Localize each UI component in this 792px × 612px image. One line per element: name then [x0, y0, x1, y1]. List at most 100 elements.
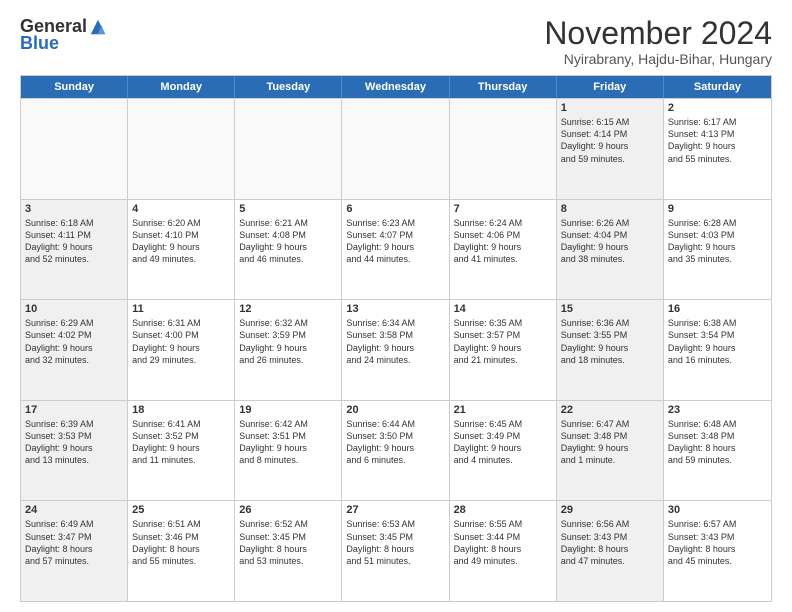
day-info: Sunrise: 6:35 AM Sunset: 3:57 PM Dayligh… — [454, 317, 552, 366]
calendar-cell — [21, 99, 128, 199]
day-number: 25 — [132, 504, 230, 516]
day-info: Sunrise: 6:26 AM Sunset: 4:04 PM Dayligh… — [561, 217, 659, 266]
calendar-cell — [235, 99, 342, 199]
calendar-cell: 15 Sunrise: 6:36 AM Sunset: 3:55 PM Dayli… — [557, 300, 664, 400]
weekday-header: Sunday — [21, 76, 128, 98]
day-number: 17 — [25, 404, 123, 416]
day-number: 23 — [668, 404, 767, 416]
day-number: 21 — [454, 404, 552, 416]
weekday-header: Friday — [557, 76, 664, 98]
weekday-header: Tuesday — [235, 76, 342, 98]
calendar-cell: 19Sunrise: 6:42 AM Sunset: 3:51 PM Dayli… — [235, 401, 342, 501]
day-info: Sunrise: 6:45 AM Sunset: 3:49 PM Dayligh… — [454, 418, 552, 467]
day-info: Sunrise: 6:21 AM Sunset: 4:08 PM Dayligh… — [239, 217, 337, 266]
day-info: Sunrise: 6:28 AM Sunset: 4:03 PM Dayligh… — [668, 217, 767, 266]
day-info: Sunrise: 6:51 AM Sunset: 3:46 PM Dayligh… — [132, 518, 230, 567]
day-number: 1 — [561, 102, 659, 114]
calendar-cell: 30 Sunrise: 6:57 AM Sunset: 3:43 PM Dayli… — [664, 501, 771, 601]
calendar-cell: 5 Sunrise: 6:21 AM Sunset: 4:08 PM Daylig… — [235, 200, 342, 300]
calendar-cell — [128, 99, 235, 199]
day-number: 15 — [561, 303, 659, 315]
day-number: 12 — [239, 303, 337, 315]
day-number: 2 — [668, 102, 767, 114]
day-number: 10 — [25, 303, 123, 315]
day-number: 6 — [346, 203, 444, 215]
day-info: Sunrise: 6:29 AM Sunset: 4:02 PM Dayligh… — [25, 317, 123, 366]
day-info: Sunrise: 6:55 AM Sunset: 3:44 PM Dayligh… — [454, 518, 552, 567]
calendar-cell: 24 Sunrise: 6:49 AM Sunset: 3:47 PM Dayli… — [21, 501, 128, 601]
calendar-cell: 23Sunrise: 6:48 AM Sunset: 3:48 PM Dayli… — [664, 401, 771, 501]
day-number: 30 — [668, 504, 767, 516]
calendar-cell: 11 Sunrise: 6:31 AM Sunset: 4:00 PM Dayli… — [128, 300, 235, 400]
calendar-cell: 14 Sunrise: 6:35 AM Sunset: 3:57 PM Dayli… — [450, 300, 557, 400]
calendar-cell: 12 Sunrise: 6:32 AM Sunset: 3:59 PM Dayli… — [235, 300, 342, 400]
calendar-cell: 3 Sunrise: 6:18 AM Sunset: 4:11 PM Daylig… — [21, 200, 128, 300]
page: General Blue November 2024 Nyirabrany, H… — [0, 0, 792, 612]
day-info: Sunrise: 6:42 AM Sunset: 3:51 PM Dayligh… — [239, 418, 337, 467]
weekday-header: Monday — [128, 76, 235, 98]
day-number: 27 — [346, 504, 444, 516]
calendar-cell: 22 Sunrise: 6:47 AM Sunset: 3:48 PM Dayli… — [557, 401, 664, 501]
calendar-cell: 6 Sunrise: 6:23 AM Sunset: 4:07 PM Daylig… — [342, 200, 449, 300]
calendar-body: 1 Sunrise: 6:15 AM Sunset: 4:14 PM Daylig… — [21, 98, 771, 601]
day-number: 13 — [346, 303, 444, 315]
day-number: 7 — [454, 203, 552, 215]
calendar-cell: 25 Sunrise: 6:51 AM Sunset: 3:46 PM Dayli… — [128, 501, 235, 601]
day-info: Sunrise: 6:38 AM Sunset: 3:54 PM Dayligh… — [668, 317, 767, 366]
day-info: Sunrise: 6:20 AM Sunset: 4:10 PM Dayligh… — [132, 217, 230, 266]
calendar-row: 17 Sunrise: 6:39 AM Sunset: 3:53 PM Dayli… — [21, 400, 771, 501]
day-number: 3 — [25, 203, 123, 215]
day-number: 5 — [239, 203, 337, 215]
day-info: Sunrise: 6:47 AM Sunset: 3:48 PM Dayligh… — [561, 418, 659, 467]
calendar-cell: 4 Sunrise: 6:20 AM Sunset: 4:10 PM Daylig… — [128, 200, 235, 300]
title-section: November 2024 Nyirabrany, Hajdu-Bihar, H… — [544, 16, 772, 67]
day-info: Sunrise: 6:53 AM Sunset: 3:45 PM Dayligh… — [346, 518, 444, 567]
day-info: Sunrise: 6:57 AM Sunset: 3:43 PM Dayligh… — [668, 518, 767, 567]
day-info: Sunrise: 6:24 AM Sunset: 4:06 PM Dayligh… — [454, 217, 552, 266]
calendar-cell: 7 Sunrise: 6:24 AM Sunset: 4:06 PM Daylig… — [450, 200, 557, 300]
day-number: 22 — [561, 404, 659, 416]
day-info: Sunrise: 6:31 AM Sunset: 4:00 PM Dayligh… — [132, 317, 230, 366]
day-info: Sunrise: 6:18 AM Sunset: 4:11 PM Dayligh… — [25, 217, 123, 266]
day-number: 18 — [132, 404, 230, 416]
day-info: Sunrise: 6:32 AM Sunset: 3:59 PM Dayligh… — [239, 317, 337, 366]
calendar-row: 10 Sunrise: 6:29 AM Sunset: 4:02 PM Dayli… — [21, 299, 771, 400]
day-info: Sunrise: 6:23 AM Sunset: 4:07 PM Dayligh… — [346, 217, 444, 266]
logo-icon — [89, 18, 107, 36]
day-info: Sunrise: 6:44 AM Sunset: 3:50 PM Dayligh… — [346, 418, 444, 467]
logo-blue: Blue — [20, 33, 59, 54]
day-number: 4 — [132, 203, 230, 215]
day-number: 11 — [132, 303, 230, 315]
day-info: Sunrise: 6:56 AM Sunset: 3:43 PM Dayligh… — [561, 518, 659, 567]
calendar-header: SundayMondayTuesdayWednesdayThursdayFrid… — [21, 76, 771, 98]
calendar-row: 3 Sunrise: 6:18 AM Sunset: 4:11 PM Daylig… — [21, 199, 771, 300]
day-number: 16 — [668, 303, 767, 315]
day-number: 14 — [454, 303, 552, 315]
day-number: 9 — [668, 203, 767, 215]
day-info: Sunrise: 6:49 AM Sunset: 3:47 PM Dayligh… — [25, 518, 123, 567]
month-title: November 2024 — [544, 16, 772, 51]
day-info: Sunrise: 6:39 AM Sunset: 3:53 PM Dayligh… — [25, 418, 123, 467]
weekday-header: Wednesday — [342, 76, 449, 98]
day-info: Sunrise: 6:17 AM Sunset: 4:13 PM Dayligh… — [668, 116, 767, 165]
calendar-row: 24 Sunrise: 6:49 AM Sunset: 3:47 PM Dayli… — [21, 500, 771, 601]
day-info: Sunrise: 6:15 AM Sunset: 4:14 PM Dayligh… — [561, 116, 659, 165]
weekday-header: Thursday — [450, 76, 557, 98]
weekday-header: Saturday — [664, 76, 771, 98]
calendar-cell: 2 Sunrise: 6:17 AM Sunset: 4:13 PM Daylig… — [664, 99, 771, 199]
day-info: Sunrise: 6:41 AM Sunset: 3:52 PM Dayligh… — [132, 418, 230, 467]
day-number: 28 — [454, 504, 552, 516]
calendar-cell: 20Sunrise: 6:44 AM Sunset: 3:50 PM Dayli… — [342, 401, 449, 501]
day-info: Sunrise: 6:34 AM Sunset: 3:58 PM Dayligh… — [346, 317, 444, 366]
calendar-cell: 21 Sunrise: 6:45 AM Sunset: 3:49 PM Dayli… — [450, 401, 557, 501]
day-info: Sunrise: 6:36 AM Sunset: 3:55 PM Dayligh… — [561, 317, 659, 366]
calendar-cell: 17 Sunrise: 6:39 AM Sunset: 3:53 PM Dayli… — [21, 401, 128, 501]
calendar-cell: 10 Sunrise: 6:29 AM Sunset: 4:02 PM Dayli… — [21, 300, 128, 400]
calendar: SundayMondayTuesdayWednesdayThursdayFrid… — [20, 75, 772, 602]
day-number: 8 — [561, 203, 659, 215]
calendar-cell: 18 Sunrise: 6:41 AM Sunset: 3:52 PM Dayli… — [128, 401, 235, 501]
day-number: 24 — [25, 504, 123, 516]
calendar-cell: 16 Sunrise: 6:38 AM Sunset: 3:54 PM Dayli… — [664, 300, 771, 400]
calendar-cell — [342, 99, 449, 199]
calendar-cell: 26Sunrise: 6:52 AM Sunset: 3:45 PM Dayli… — [235, 501, 342, 601]
